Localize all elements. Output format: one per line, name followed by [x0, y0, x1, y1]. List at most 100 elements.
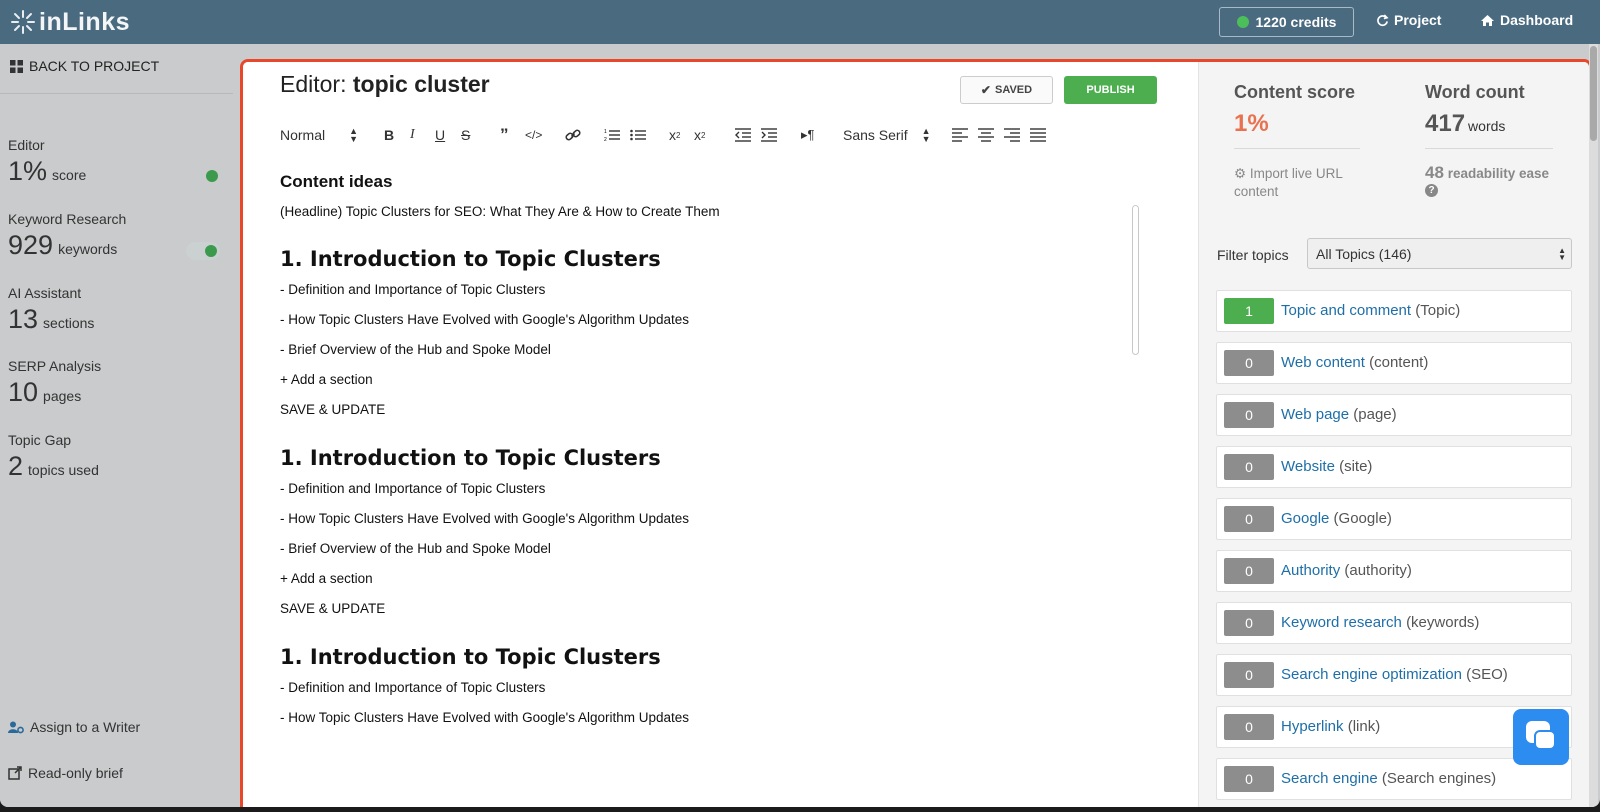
topic-count-badge: 0	[1224, 402, 1274, 428]
topic-link[interactable]: Hyperlink	[1281, 718, 1344, 735]
back-to-project-link[interactable]: BACK TO PROJECT	[10, 58, 159, 74]
bold-icon[interactable]: B	[384, 124, 394, 146]
app-window: inLinks 1220 credits Project Dashboard B…	[0, 0, 1600, 807]
metric-unit: pages	[43, 388, 82, 404]
content-fade	[243, 742, 1198, 807]
content-frame: Editor: topic cluster ✔ SAVED PUBLISH No…	[240, 59, 1592, 807]
list-item: - Brief Overview of the Hub and Spoke Mo…	[280, 541, 551, 556]
help-icon[interactable]: ?	[1425, 183, 1438, 197]
metric-value: 2	[8, 451, 24, 481]
metric-title: Topic Gap	[8, 432, 72, 448]
topic-row[interactable]: 0 Search engine optimization (SEO)	[1216, 654, 1572, 696]
blockquote-icon[interactable]: ”	[500, 124, 509, 146]
topic-link[interactable]: Keyword research	[1281, 614, 1402, 631]
chat-widget-button[interactable]	[1513, 709, 1569, 765]
user-cog-icon	[8, 721, 24, 733]
editor-scrollbar[interactable]	[1132, 205, 1139, 355]
filter-topics-select[interactable]: All Topics (146) ▲ ▼	[1307, 238, 1572, 269]
scrollbar-thumb[interactable]	[1590, 46, 1597, 141]
topic-link[interactable]: Web page	[1281, 406, 1349, 423]
topic-count-badge: 1	[1224, 298, 1274, 324]
bullet-list-icon[interactable]	[630, 124, 646, 146]
nav-dashboard-label: Dashboard	[1500, 12, 1574, 28]
sidebar-item-keyword-research[interactable]: Keyword Research 929 keywords	[8, 211, 220, 261]
topic-row[interactable]: 0 Keyword research (keywords)	[1216, 602, 1572, 644]
sidebar-item-editor[interactable]: Editor 1% score	[8, 137, 218, 187]
indent-icon[interactable]	[761, 124, 777, 146]
ordered-list-icon[interactable]: 12	[604, 124, 620, 146]
status-dot-icon	[1236, 16, 1249, 28]
topic-row[interactable]: 1 Topic and comment (Topic)	[1216, 290, 1572, 332]
page-title: Editor: topic cluster	[280, 71, 490, 98]
save-update-link[interactable]: SAVE & UPDATE	[280, 402, 385, 417]
sidebar-divider	[0, 93, 233, 94]
topic-count-badge: 0	[1224, 766, 1274, 792]
metric-value: 13	[8, 304, 39, 334]
toggle-knob	[205, 245, 217, 257]
topic-count-badge: 0	[1224, 610, 1274, 636]
sidebar-item-topic-gap[interactable]: Topic Gap 2 topics used	[8, 432, 218, 482]
back-to-project-label: BACK TO PROJECT	[29, 58, 160, 74]
grid-icon	[10, 59, 23, 73]
topic-row[interactable]: 0 Web content (content)	[1216, 342, 1572, 384]
sidebar-item-ai-assistant[interactable]: AI Assistant 13 sections	[8, 285, 218, 335]
topic-row[interactable]: 0 Website (site)	[1216, 446, 1572, 488]
metric-value: 929	[8, 230, 54, 260]
add-section-link[interactable]: + Add a section	[280, 372, 373, 387]
align-center-icon[interactable]	[978, 124, 994, 146]
topic-row[interactable]: 0 Web page (page)	[1216, 394, 1572, 436]
topic-keyword: (Google)	[1333, 510, 1392, 527]
import-url-link[interactable]: ⚙ Import live URL content	[1234, 165, 1364, 201]
assign-writer-link[interactable]: Assign to a Writer	[8, 719, 140, 735]
align-justify-icon[interactable]	[1030, 124, 1046, 146]
content-score-value: 1%	[1234, 110, 1269, 137]
headline-text: (Headline) Topic Clusters for SEO: What …	[280, 204, 720, 219]
outdent-icon[interactable]	[735, 124, 751, 146]
topic-row[interactable]: 0 Authority (authority)	[1216, 550, 1572, 592]
topic-link[interactable]: Authority	[1281, 562, 1340, 579]
editor-toolbar: Normal ▲ ▼ B I U S ” </> 12 x2 x 2 ▸¶ Sa…	[280, 124, 1080, 146]
metric-unit: topics used	[28, 462, 99, 478]
topic-link[interactable]: Web content	[1281, 354, 1365, 371]
link-icon[interactable]	[565, 124, 581, 146]
subscript-icon[interactable]: x2	[669, 124, 680, 146]
topic-link[interactable]: Google	[1281, 510, 1329, 527]
page-scrollbar[interactable]	[1589, 44, 1598, 807]
publish-button[interactable]: PUBLISH	[1064, 76, 1157, 104]
topic-count-badge: 0	[1224, 714, 1274, 740]
topic-link[interactable]: Website	[1281, 458, 1335, 475]
italic-icon[interactable]: I	[410, 124, 415, 146]
save-update-link[interactable]: SAVE & UPDATE	[280, 601, 385, 616]
topic-keyword: (page)	[1353, 406, 1397, 423]
format-select[interactable]: Normal ▲ ▼	[280, 124, 358, 146]
nav-dashboard[interactable]: Dashboard	[1480, 12, 1573, 28]
saved-button[interactable]: ✔ SAVED	[960, 76, 1053, 104]
text-direction-icon[interactable]: ▸¶	[801, 124, 815, 146]
svg-text:1: 1	[604, 129, 607, 135]
superscript-icon[interactable]: x2	[694, 124, 705, 146]
keyword-toggle[interactable]	[186, 242, 220, 260]
topic-link[interactable]: Topic and comment	[1281, 302, 1411, 319]
nav-project[interactable]: Project	[1376, 12, 1441, 28]
topic-link[interactable]: Search engine	[1281, 770, 1378, 787]
strikethrough-icon[interactable]: S	[461, 124, 470, 146]
code-icon[interactable]: </>	[525, 124, 542, 146]
readability-stat: 48 readability ease ?	[1425, 164, 1565, 198]
readability-label: readability ease	[1447, 166, 1549, 181]
topic-link[interactable]: Search engine optimization	[1281, 666, 1462, 683]
add-section-link[interactable]: + Add a section	[280, 571, 373, 586]
topic-row[interactable]: 0 Google (Google)	[1216, 498, 1572, 540]
underline-icon[interactable]: U	[435, 124, 445, 146]
credits-badge[interactable]: 1220 credits	[1219, 7, 1354, 37]
align-right-icon[interactable]	[1004, 124, 1020, 146]
sidebar-item-serp-analysis[interactable]: SERP Analysis 10 pages	[8, 358, 218, 408]
import-url-label: Import live URL content	[1234, 166, 1343, 199]
metric-unit: sections	[43, 315, 95, 331]
font-select[interactable]: Sans Serif ▲ ▼	[843, 124, 931, 146]
align-left-icon[interactable]	[952, 124, 968, 146]
content-score-label: Content score	[1234, 82, 1356, 102]
editor-title-prefix: Editor:	[280, 71, 347, 97]
read-only-brief-link[interactable]: Read-only brief	[8, 765, 123, 781]
topic-keyword: (link)	[1347, 718, 1381, 735]
logo[interactable]: inLinks	[10, 8, 130, 36]
